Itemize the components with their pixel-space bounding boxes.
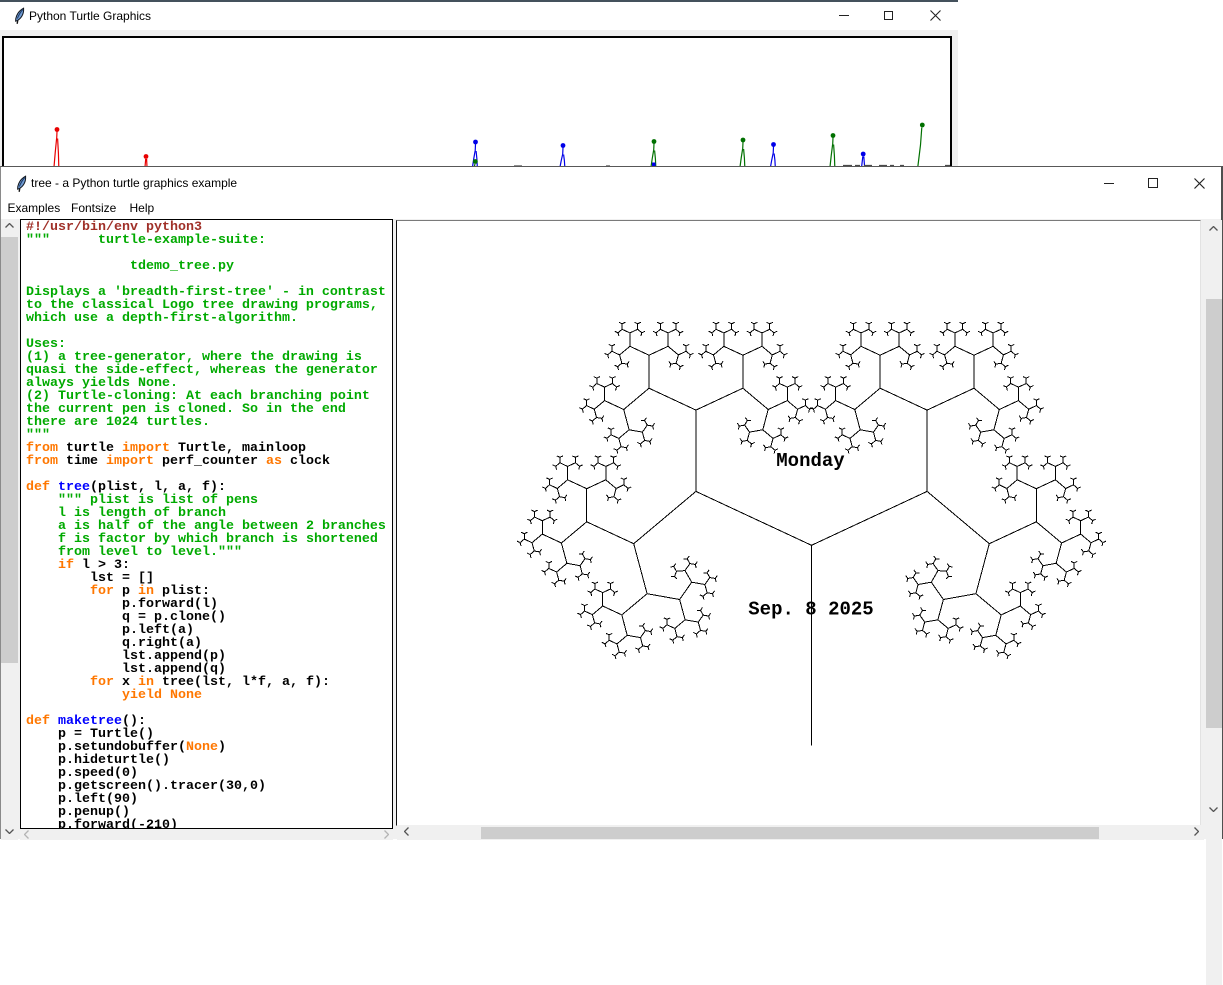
svg-text:Monday: Monday [776, 450, 845, 472]
svg-text:Sep. 8 2025: Sep. 8 2025 [748, 599, 873, 621]
